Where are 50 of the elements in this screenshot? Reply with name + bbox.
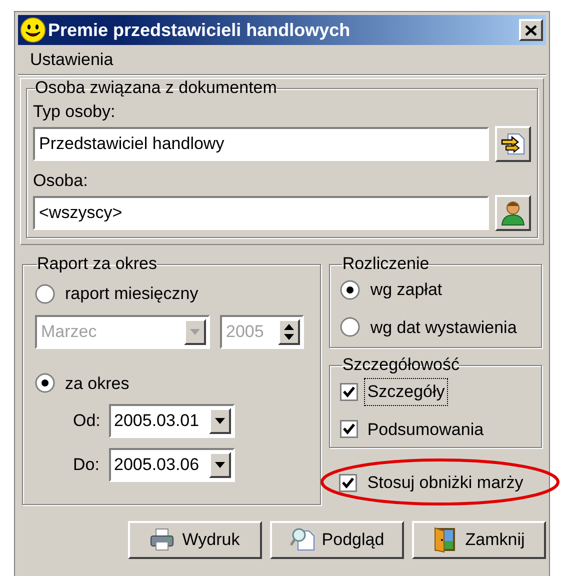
option-label: Szczegóły: [364, 378, 448, 406]
field-label: Do:: [73, 454, 100, 476]
option-label: za okres: [65, 372, 130, 394]
swap-button[interactable]: [495, 126, 531, 162]
input-field[interactable]: <wszyscy>: [33, 196, 489, 230]
checkbox[interactable]: [339, 474, 358, 492]
close-icon: [525, 24, 537, 36]
option-label: Podsumowania: [366, 418, 485, 440]
field-label: Osoba:: [33, 170, 89, 192]
button[interactable]: Podgląd: [270, 521, 404, 559]
input-field[interactable]: Przedstawiciel handlowy: [33, 127, 489, 161]
person-icon: [501, 200, 525, 226]
menu-item[interactable]: Ustawienia: [28, 46, 116, 72]
option-label: Stosuj obniżki marży: [367, 472, 524, 494]
radio-button[interactable]: [35, 284, 55, 304]
smiley-icon: [20, 17, 46, 43]
option-label: wg zapłat: [370, 279, 442, 301]
person-button[interactable]: [495, 195, 531, 231]
document-arrow-icon: [500, 132, 526, 156]
date-picker[interactable]: 2005.03.01: [109, 404, 235, 438]
option-label: wg dat wystawienia: [370, 316, 517, 338]
caret-icon: [215, 418, 225, 424]
button[interactable]: Zamknij: [412, 521, 546, 559]
radio-button[interactable]: [340, 280, 360, 300]
field-label: Od:: [73, 410, 102, 432]
button[interactable]: Wydruk: [128, 521, 262, 559]
group-title: Szczegółowość: [342, 356, 460, 374]
caret-icon: [190, 328, 200, 334]
dropdown-button[interactable]: [209, 408, 231, 434]
group-title: Rozliczenie: [342, 255, 430, 273]
printer-icon: [150, 527, 176, 553]
dropdown-value: Marzec: [41, 320, 98, 343]
magnifier-document-icon: [290, 527, 316, 553]
radio-button[interactable]: [340, 317, 360, 338]
group-title: Osoba związana z dokumentem: [35, 79, 277, 97]
date-picker[interactable]: 2005.03.06: [109, 448, 235, 482]
group-title: Raport za okres: [37, 255, 157, 273]
option-label: raport miesięczny: [65, 283, 198, 305]
checkbox[interactable]: [340, 382, 358, 401]
up-down-arrows-icon: [283, 322, 295, 340]
field-label: Typ osoby:: [33, 101, 116, 123]
radio-button[interactable]: [35, 373, 55, 394]
caret-icon: [215, 462, 225, 468]
date-value: 2005.03.06: [114, 454, 200, 476]
spinner-value: 2005: [226, 320, 265, 343]
dropdown-button[interactable]: [209, 452, 231, 478]
date-value: 2005.03.01: [114, 410, 200, 432]
window-title: Premie przedstawicieli handlowych: [48, 18, 350, 42]
close-button[interactable]: [519, 19, 543, 41]
checkbox[interactable]: [340, 420, 358, 438]
